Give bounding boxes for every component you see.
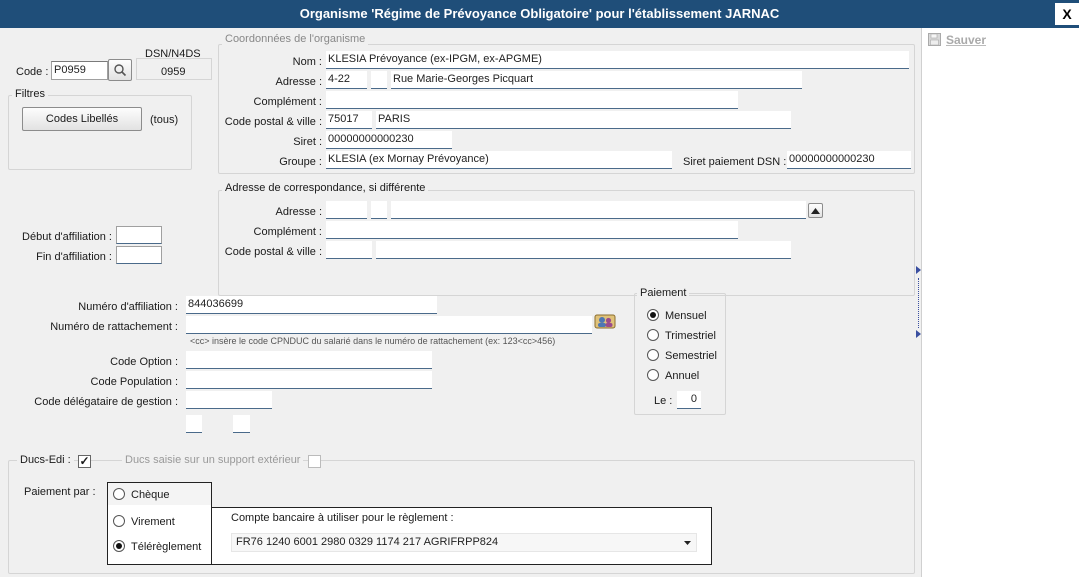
numero-affiliation-field[interactable]: 844036699 — [186, 296, 437, 314]
users-icon — [594, 314, 616, 329]
nom-field[interactable]: KLESIA Prévoyance (ex-IPGM, ex-APGME) — [326, 51, 909, 69]
splitter-dots[interactable] — [918, 278, 919, 328]
corr-adresse-rue-field[interactable] — [391, 201, 806, 219]
radio-annuel[interactable] — [647, 369, 659, 381]
siret-field[interactable]: 00000000000230 — [326, 131, 452, 149]
dsn-value: 0959 — [161, 66, 186, 78]
payment-options-panel — [107, 505, 212, 565]
code-population-label: Code Population : — [90, 376, 178, 388]
code-option-field[interactable] — [186, 351, 432, 369]
code-delegataire-label: Code délégataire de gestion : — [34, 396, 178, 408]
splitter-arrow-icon — [916, 266, 921, 274]
compte-bancaire-select[interactable]: FR76 1240 6001 2980 0329 1174 217 AGRIFR… — [231, 533, 697, 552]
adresse-label: Adresse : — [275, 76, 322, 88]
numero-rattachement-field[interactable] — [186, 316, 592, 334]
splitter-arrow-icon — [916, 330, 921, 338]
chevron-down-icon — [684, 541, 691, 545]
radio-virement[interactable] — [113, 515, 125, 527]
cp-ville-label: Code postal & ville : — [224, 116, 322, 128]
cheque-label: Chèque — [131, 489, 170, 501]
numero-affiliation-label: Numéro d'affiliation : — [78, 301, 178, 313]
ducs-label: Ducs-Edi : — [17, 454, 74, 466]
virement-label: Virement — [131, 516, 175, 528]
window-titlebar: Organisme 'Régime de Prévoyance Obligato… — [0, 0, 1079, 28]
code-input[interactable]: P0959 — [51, 61, 108, 80]
save-label: Sauver — [946, 33, 987, 47]
codes-libelles-button[interactable]: Codes Libellés — [22, 107, 142, 131]
code-label: Code : — [16, 66, 49, 78]
code-population-field[interactable] — [186, 371, 432, 389]
radio-mensuel[interactable] — [647, 309, 659, 321]
corr-cp-ville-label: Code postal & ville : — [224, 246, 322, 258]
paiement-title: Paiement — [637, 287, 690, 299]
floppy-disk-icon — [928, 33, 941, 46]
ville-field[interactable]: PARIS — [376, 111, 791, 129]
code-delegataire-field[interactable] — [186, 391, 272, 409]
le-field[interactable]: 0 — [677, 391, 701, 409]
corr-ville-field[interactable] — [376, 241, 791, 259]
complement-field[interactable] — [326, 91, 738, 109]
numero-rattachement-label: Numéro de rattachement : — [50, 321, 178, 333]
save-button[interactable]: Sauver — [928, 32, 1008, 48]
ducs-support-checkbox[interactable] — [308, 455, 321, 468]
close-button[interactable]: X — [1055, 3, 1079, 25]
adresse-ext-field[interactable] — [371, 71, 387, 89]
filtres-title: Filtres — [12, 88, 48, 100]
adresse-rue-field[interactable]: Rue Marie-Georges Picquart — [391, 71, 802, 89]
extra-field-2[interactable] — [233, 415, 250, 433]
siret-dsn-field[interactable]: 00000000000230 — [787, 151, 911, 169]
corr-adresse-num-field[interactable] — [326, 201, 367, 219]
corr-cp-field[interactable] — [326, 241, 372, 259]
magnifier-icon — [114, 64, 127, 77]
correspondance-title: Adresse de correspondance, si différente — [222, 182, 429, 194]
codes-libelles-label: Codes Libellés — [45, 113, 119, 125]
code-option-label: Code Option : — [110, 356, 178, 368]
compte-bancaire-value: FR76 1240 6001 2980 0329 1174 217 AGRIFR… — [236, 536, 499, 548]
adresse-num-field[interactable]: 4-22 — [326, 71, 367, 89]
groupe-field[interactable]: KLESIA (ex Mornay Prévoyance) — [326, 151, 672, 169]
siret-label: Siret : — [293, 136, 322, 148]
fin-affiliation-label: Fin d'affiliation : — [36, 251, 112, 263]
radio-trimestriel[interactable] — [647, 329, 659, 341]
nom-label: Nom : — [292, 56, 322, 68]
people-lookup-button[interactable] — [594, 312, 616, 330]
siret-dsn-label: Siret paiement DSN : — [683, 156, 787, 168]
window-title: Organisme 'Régime de Prévoyance Obligato… — [299, 6, 780, 21]
side-panel: Sauver — [921, 28, 1079, 577]
corr-adresse-label: Adresse : — [275, 206, 322, 218]
compte-bancaire-label: Compte bancaire à utiliser pour le règle… — [231, 512, 454, 524]
mensuel-label: Mensuel — [665, 310, 707, 322]
coordonnees-title: Coordonnées de l'organisme — [222, 33, 369, 45]
form-area: Code : P0959 DSN/N4DS 0959 Filtres Codes… — [0, 28, 921, 577]
corr-adresse-ext-field[interactable] — [371, 201, 387, 219]
paiement-par-label: Paiement par : — [24, 486, 96, 498]
rattachement-hint: <cc> insère le code CPNDUC du salarié da… — [190, 336, 556, 346]
debut-affiliation-label: Début d'affiliation : — [22, 231, 112, 243]
radio-semestriel[interactable] — [647, 349, 659, 361]
corr-complement-label: Complément : — [253, 226, 322, 238]
corr-complement-field[interactable] — [326, 221, 738, 239]
corr-expand-button[interactable] — [808, 203, 823, 218]
ducs-edi-checkbox[interactable]: ✓ — [78, 455, 91, 468]
cp-field[interactable]: 75017 — [326, 111, 372, 129]
triangle-up-icon — [811, 208, 820, 214]
complement-label: Complément : — [253, 96, 322, 108]
ducs-support-label: Ducs saisie sur un support extérieur — [122, 454, 304, 466]
radio-telereglement[interactable] — [113, 540, 125, 552]
telereglement-label: Télérèglement — [131, 541, 202, 553]
semestriel-label: Semestriel — [665, 350, 717, 362]
radio-cheque[interactable] — [113, 488, 125, 500]
annuel-label: Annuel — [665, 370, 700, 382]
le-label: Le : — [654, 395, 673, 407]
code-search-button[interactable] — [108, 59, 132, 81]
trimestriel-label: Trimestriel — [665, 330, 716, 342]
debut-affiliation-field[interactable] — [116, 226, 162, 244]
filtres-scope: (tous) — [150, 114, 179, 126]
extra-field-1[interactable] — [186, 415, 202, 433]
fin-affiliation-field[interactable] — [116, 246, 162, 264]
groupe-label: Groupe : — [279, 156, 322, 168]
